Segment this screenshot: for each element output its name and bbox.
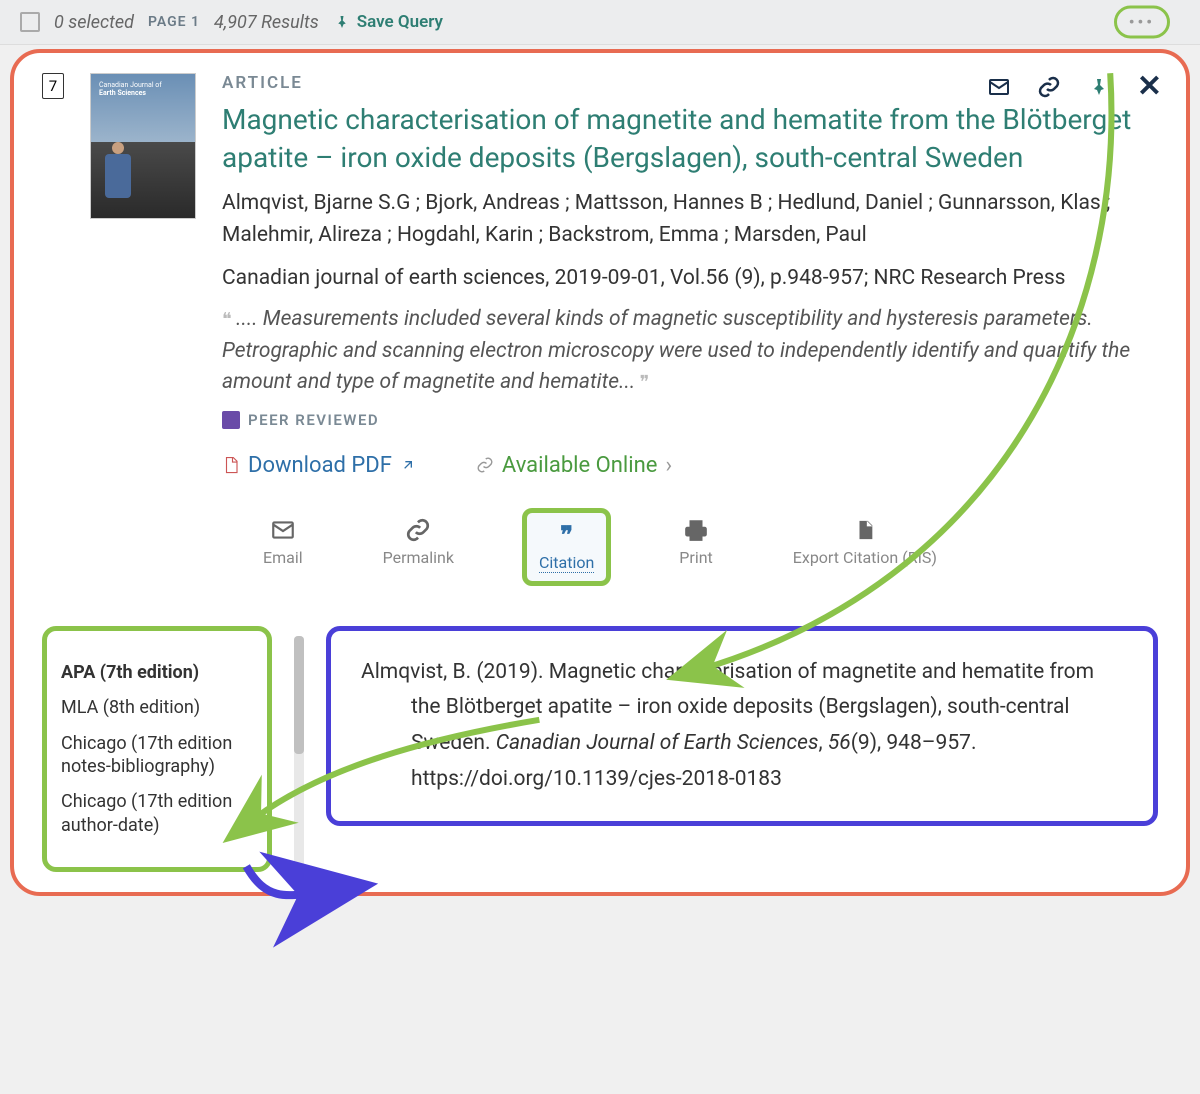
card-top-actions: ✕ [987,69,1162,104]
save-query-label: Save Query [357,12,443,32]
peer-reviewed-badge: PEER REVIEWED [222,411,1158,429]
available-online-link[interactable]: Available Online › [476,453,672,478]
link-icon [476,456,494,474]
style-chicago-nb[interactable]: Chicago (17th edition notes-bibliography… [61,732,253,779]
action-bar: Email Permalink ❞ Citation Print Export … [42,508,1158,586]
result-title[interactable]: Magnetic characterisation of magnetite a… [222,101,1158,177]
action-email-label: Email [263,548,303,567]
quote-close-icon: ❞ [635,372,649,393]
action-export-label: Export Citation (RIS) [793,548,937,567]
peer-reviewed-label: PEER REVIEWED [248,411,379,429]
download-pdf-link[interactable]: Download PDF [222,453,416,478]
selected-count: 0 selected [54,12,134,33]
style-apa[interactable]: APA (7th edition) [61,661,253,684]
action-print[interactable]: Print [667,508,724,586]
result-card: ✕ 7 Canadian Journal ofEarth Sciences AR… [10,49,1190,896]
quote-open-icon: ❝ [222,309,236,330]
journal-thumbnail[interactable]: Canadian Journal ofEarth Sciences [90,73,196,219]
style-chicago-ad[interactable]: Chicago (17th edition author-date) [61,790,253,837]
email-icon[interactable] [987,75,1011,99]
more-actions-button[interactable]: ••• [1114,6,1170,39]
result-authors: Almqvist, Bjarne S.G ; Bjork, Andreas ; … [222,187,1158,252]
save-query-button[interactable]: Save Query [333,12,443,32]
pdf-icon [222,455,240,475]
citation-styles-list: APA (7th edition) MLA (8th edition) Chic… [42,626,272,872]
thumb-subject: Earth Sciences [99,89,146,97]
external-icon [400,457,416,473]
pin-icon [333,13,351,31]
link-icon[interactable] [1037,75,1061,99]
page-indicator: PAGE 1 [148,14,200,30]
chevron-right-icon: › [665,453,672,478]
action-citation-label: Citation [539,553,594,573]
action-permalink[interactable]: Permalink [371,508,466,586]
link-icon [405,517,431,543]
close-button[interactable]: ✕ [1137,69,1162,104]
citation-journal: Canadian Journal of Earth Sciences [496,731,819,755]
citation-vol: 56 [828,731,851,755]
results-toolbar: 0 selected PAGE 1 4,907 Results Save Que… [0,0,1200,45]
peer-reviewed-icon [222,411,240,429]
print-icon [683,517,709,543]
styles-scrollbar[interactable] [294,636,304,872]
results-count: 4,907 Results [214,12,319,33]
download-pdf-label: Download PDF [248,453,392,478]
action-citation[interactable]: ❞ Citation [522,508,611,586]
action-export-ris[interactable]: Export Citation (RIS) [781,508,949,586]
file-export-icon [854,517,876,543]
abstract-text: .... Measurements included several kinds… [222,307,1130,394]
citation-output[interactable]: Almqvist, B. (2019). Magnetic characteri… [326,626,1158,827]
action-permalink-label: Permalink [383,548,454,567]
result-source: Canadian journal of earth sciences, 2019… [222,262,1158,295]
pin-icon[interactable] [1087,75,1111,99]
available-online-label: Available Online [502,453,658,478]
quote-icon: ❞ [560,521,573,549]
citation-panel: APA (7th edition) MLA (8th edition) Chic… [42,626,1158,872]
action-print-label: Print [679,548,712,567]
result-abstract: ❝ .... Measurements included several kin… [222,304,1158,399]
result-number: 7 [42,73,64,99]
style-mla[interactable]: MLA (8th edition) [61,696,253,719]
citation-mid: , [818,731,827,755]
action-email[interactable]: Email [251,508,315,586]
email-icon [270,517,296,543]
select-all-checkbox[interactable] [20,12,40,32]
